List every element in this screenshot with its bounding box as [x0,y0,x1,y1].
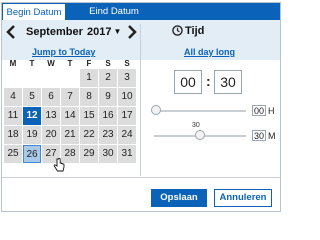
weekday-header: S [124,59,130,68]
weekday-header: M [9,59,17,68]
calendar-day[interactable]: 22 [80,126,98,144]
calendar-day[interactable]: 12 [23,107,41,125]
calendar-day[interactable]: 20 [42,126,60,144]
all-day-long-link[interactable]: All day long [184,47,235,57]
weekday-header: T [29,59,35,68]
calendar-day[interactable]: 30 [99,145,117,163]
hour-slider-value: 00 [252,105,266,116]
minute-slider-tooltip: 30 [192,122,200,129]
calendar-day[interactable]: 31 [118,145,136,163]
hour-slider-track[interactable] [154,110,246,112]
weekday-header: S [105,59,111,68]
time-separator: : [206,73,211,89]
hour-slider-handle[interactable] [151,105,161,115]
calendar-day[interactable]: 8 [80,88,98,106]
calendar-day[interactable]: 21 [61,126,79,144]
calendar-day[interactable]: 15 [80,107,98,125]
calendar-day[interactable]: 2 [99,69,117,87]
calendar-day[interactable]: 18 [4,126,22,144]
previous-month-button[interactable] [5,24,17,40]
weekday-header: T [67,59,73,68]
year-label: 2017 [87,26,112,38]
calendar-day[interactable]: 29 [80,145,98,163]
datetime-picker-dialog: Begin Datum Eind Datum September 2017 ▼ T… [1,2,281,212]
calendar-day[interactable]: 24 [118,126,136,144]
calendar-day[interactable]: 13 [42,107,60,125]
section-divider [140,24,141,176]
minute-unit-label: M [268,131,276,141]
weekday-header: W [47,59,55,68]
minute-slider-value: 30 [252,130,266,141]
minute-slider-handle[interactable] [195,130,205,140]
calendar-day[interactable]: 26 [23,145,41,163]
hours-display[interactable]: 00 [174,70,202,94]
clock-icon [172,25,183,36]
jump-to-today-link[interactable]: Jump to Today [32,47,95,57]
minutes-display[interactable]: 30 [214,70,242,94]
calendar-day[interactable]: 28 [61,145,79,163]
calendar-day[interactable]: 25 [4,145,22,163]
calendar-day[interactable]: 9 [99,88,117,106]
calendar-day[interactable]: 1 [80,69,98,87]
time-section-title: Tijd [185,25,205,37]
calendar-day[interactable]: 7 [61,88,79,106]
save-button[interactable]: Opslaan [151,189,207,207]
calendar-day[interactable]: 23 [99,126,117,144]
year-select[interactable]: 2017 ▼ [87,26,121,38]
footer-divider [2,177,280,178]
month-select[interactable]: September [26,26,83,38]
calendar-day[interactable]: 3 [118,69,136,87]
calendar-day[interactable]: 5 [23,88,41,106]
calendar-day[interactable]: 27 [42,145,60,163]
tab-bar: Begin Datum Eind Datum [2,3,280,20]
chevron-right-icon [128,25,137,39]
hour-unit-label: H [268,106,275,116]
weekday-header: F [86,59,92,68]
chevron-left-icon [6,25,15,39]
calendar-day[interactable]: 6 [42,88,60,106]
chevron-down-icon: ▼ [113,27,122,36]
next-month-button[interactable] [126,24,138,40]
tab-begin-datum[interactable]: Begin Datum [2,3,66,20]
calendar-day[interactable]: 11 [4,107,22,125]
tab-eind-datum[interactable]: Eind Datum [84,3,144,20]
cancel-button[interactable]: Annuleren [214,189,272,207]
calendar-day[interactable]: 19 [23,126,41,144]
picker-header: September 2017 ▼ Tijd Jump to Today All d… [2,20,280,60]
calendar-day[interactable]: 17 [118,107,136,125]
calendar-day[interactable]: 14 [61,107,79,125]
calendar-day[interactable]: 10 [118,88,136,106]
calendar-day[interactable]: 4 [4,88,22,106]
calendar-day[interactable]: 16 [99,107,117,125]
month-label: September [26,26,83,38]
